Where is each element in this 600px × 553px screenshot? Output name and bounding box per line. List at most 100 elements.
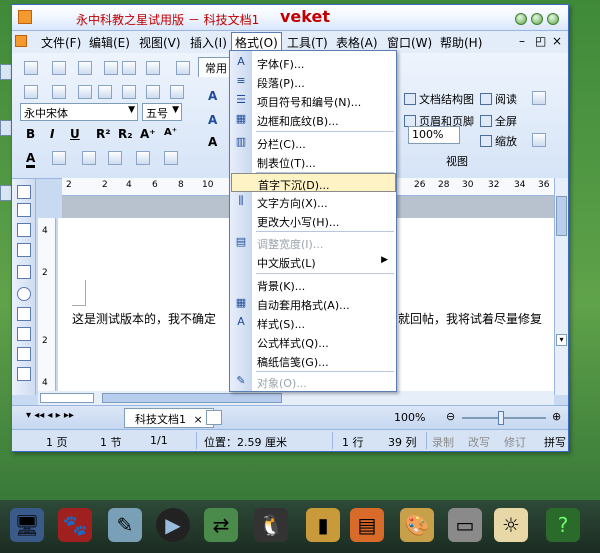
chevron-down-icon[interactable]: ▼ <box>128 105 135 115</box>
menu-help[interactable]: 帮助(H) <box>440 34 482 51</box>
style-icon[interactable]: A <box>208 89 217 103</box>
vertical-ruler[interactable]: 4 2 2 4 <box>38 218 56 391</box>
menu-window[interactable]: 窗口(W) <box>387 34 432 51</box>
view-mode-icons[interactable] <box>40 393 94 403</box>
align-icon[interactable] <box>52 151 66 165</box>
print-icon[interactable] <box>122 85 136 99</box>
menu-item-formula-style[interactable]: 公式样式(Q)... <box>231 332 396 351</box>
menu-item-chinese-layout[interactable]: 中文版式(L) ▶ <box>231 252 396 271</box>
format-painter-icon[interactable] <box>176 61 190 75</box>
font-color-icon[interactable]: A <box>26 151 36 168</box>
title-bar[interactable]: 永中科教之星试用版 － 科技文档1 veket <box>12 5 568 31</box>
menu-item-drop-cap[interactable]: 首字下沉(D)... <box>231 173 396 192</box>
italic-button[interactable]: I <box>50 127 54 141</box>
table-icon[interactable] <box>98 85 112 99</box>
menu-table[interactable]: 表格(A) <box>336 34 378 51</box>
shape-icon[interactable] <box>17 307 31 321</box>
grow-font-button[interactable]: A⁺ <box>140 127 156 141</box>
menu-view[interactable]: 视图(V) <box>139 34 181 51</box>
pet-icon[interactable]: 🐾 <box>58 508 92 542</box>
redo-icon[interactable] <box>52 85 66 99</box>
menu-item-autoformat[interactable]: ▦ 自动套用格式(A)... <box>231 294 396 313</box>
undo-icon[interactable] <box>24 85 38 99</box>
subscript-button[interactable]: R₂ <box>118 127 133 141</box>
ellipse-icon[interactable] <box>17 287 31 301</box>
menu-edit[interactable]: 编辑(E) <box>89 34 130 51</box>
menu-icon[interactable] <box>15 35 27 47</box>
door-icon[interactable]: ▮ <box>306 508 340 542</box>
close-tab-icon[interactable]: × <box>194 413 203 426</box>
rectangle-icon[interactable] <box>17 265 31 279</box>
open-icon[interactable] <box>52 61 66 75</box>
style-icon[interactable]: A <box>208 113 217 127</box>
help-icon[interactable]: ? <box>546 508 580 542</box>
save-icon[interactable] <box>78 61 92 75</box>
network-icon[interactable]: ⇄ <box>204 508 238 542</box>
fullscreen-button[interactable]: 全屏 <box>480 113 517 129</box>
preview-icon[interactable] <box>146 85 160 99</box>
fill-icon[interactable] <box>17 367 31 381</box>
copy-icon[interactable] <box>122 61 136 75</box>
doc-restore-icon[interactable]: ◰ <box>535 34 546 48</box>
wordart-icon[interactable] <box>17 347 31 361</box>
line-icon[interactable] <box>17 223 31 237</box>
app-logo-icon[interactable] <box>18 10 32 24</box>
shrink-font-button[interactable]: A⁺ <box>164 127 177 138</box>
doc-close-icon[interactable]: × <box>552 34 562 48</box>
horizontal-scrollbar[interactable] <box>38 391 554 405</box>
zoom-slider[interactable] <box>462 417 546 419</box>
menu-item-change-case[interactable]: 更改大小写(H)... <box>231 211 396 230</box>
toolbar-more-icon[interactable] <box>532 91 546 105</box>
zoom-icon[interactable] <box>78 85 92 99</box>
usb-icon[interactable]: ▭ <box>448 508 482 542</box>
numbering-icon[interactable] <box>108 151 122 165</box>
mail-icon[interactable] <box>170 85 184 99</box>
calendar-icon[interactable]: ☼ <box>494 508 528 542</box>
vertical-scrollbar[interactable]: ▾ <box>554 178 568 395</box>
menu-item-columns[interactable]: ▥ 分栏(C)... <box>231 133 396 152</box>
close-button[interactable] <box>547 13 559 25</box>
document-text-left[interactable]: 这是测试版本的，我不确定 <box>72 310 216 327</box>
superscript-button[interactable]: R² <box>96 127 111 141</box>
menu-item-styles[interactable]: A 样式(S)... <box>231 313 396 332</box>
zoom-slider-handle[interactable] <box>498 411 504 425</box>
border-icon[interactable] <box>164 151 178 165</box>
status-record[interactable]: 录制 <box>432 434 454 450</box>
bullets-icon[interactable] <box>82 151 96 165</box>
chart-icon[interactable]: ▤ <box>350 508 384 542</box>
menu-item-bullets[interactable]: ☰ 项目符号和编号(N)... <box>231 91 396 110</box>
monitor-icon[interactable]: 🖥 <box>10 508 44 542</box>
status-track[interactable]: 修订 <box>504 434 526 450</box>
menu-item-paragraph[interactable]: ≡ 段落(P)... <box>231 72 396 91</box>
indent-icon[interactable] <box>136 151 150 165</box>
penguin-icon[interactable]: 🐧 <box>254 508 288 542</box>
zoom-combo[interactable]: 100% <box>408 126 460 144</box>
menu-item-background[interactable]: 背景(K)... <box>231 275 396 294</box>
font-size-combo[interactable]: 五号 ▼ <box>142 103 182 121</box>
maximize-button[interactable] <box>531 13 543 25</box>
underline-button[interactable]: U <box>70 127 80 141</box>
minimize-button[interactable] <box>515 13 527 25</box>
menu-item-manuscript[interactable]: 稿纸信笺(G)... <box>231 351 396 370</box>
pointer-icon[interactable] <box>17 203 31 217</box>
tab-document-1[interactable]: 科技文档1 × <box>124 408 214 428</box>
menu-item-text-direction[interactable]: ⫼ 文字方向(X)... <box>231 192 396 211</box>
arrow-icon[interactable] <box>17 243 31 257</box>
formula-icon[interactable] <box>17 327 31 341</box>
status-spell[interactable]: 拼写 <box>544 434 566 450</box>
zoom-out-icon[interactable]: ⊖ <box>446 410 455 423</box>
scroll-thumb[interactable] <box>556 196 567 236</box>
bold-button[interactable]: B <box>26 127 35 141</box>
menu-tools[interactable]: 工具(T) <box>287 34 328 51</box>
font-name-combo[interactable]: 永中宋体 ▼ <box>20 103 138 121</box>
new-doc-icon[interactable] <box>24 61 38 75</box>
read-button[interactable]: 阅读 <box>480 91 517 107</box>
paste-icon[interactable] <box>146 61 160 75</box>
menu-insert[interactable]: 插入(I) <box>190 34 227 51</box>
zoom-button[interactable]: 缩放 <box>480 133 517 149</box>
scroll-down-icon[interactable]: ▾ <box>556 334 567 346</box>
chevron-down-icon[interactable]: ▼ <box>172 105 179 115</box>
paint-icon[interactable]: 🎨 <box>400 508 434 542</box>
media-player-icon[interactable]: ▶ <box>156 508 190 542</box>
doc-map-button[interactable]: 文档结构图 <box>404 91 474 107</box>
